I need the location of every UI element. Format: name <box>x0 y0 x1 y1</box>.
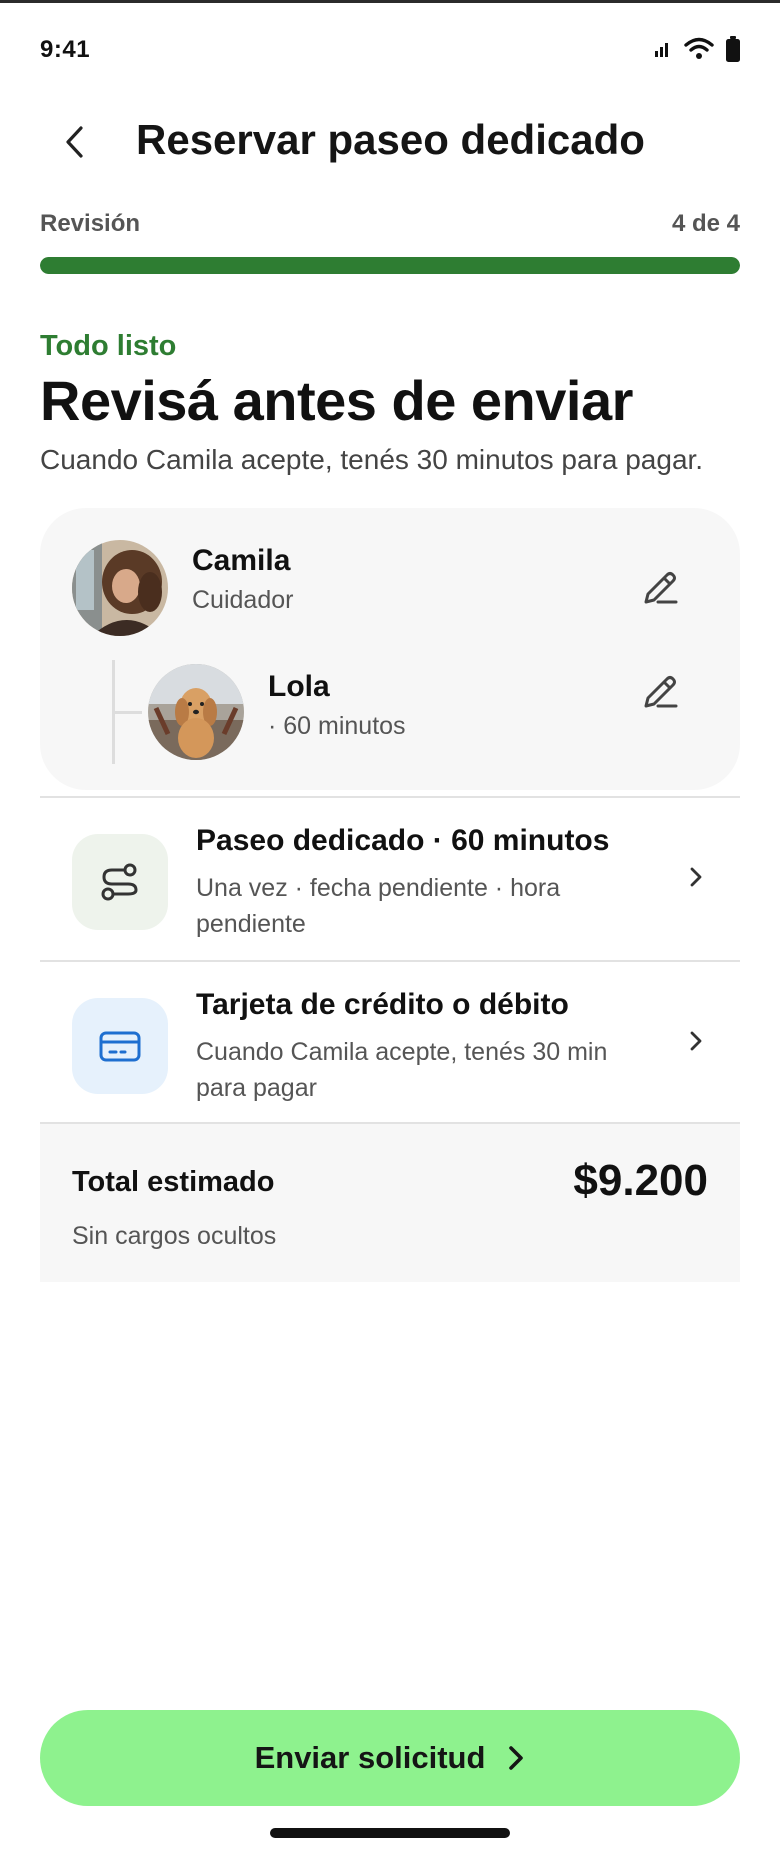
page-title: Reservar paseo dedicado <box>136 116 645 163</box>
signal-icon <box>655 43 668 57</box>
payment-icon-tile <box>72 998 168 1094</box>
step-count: 4 de 4 <box>671 210 740 237</box>
status-time: 9:41 <box>40 36 91 63</box>
submit-request-button[interactable]: Enviar solicitud <box>40 1710 740 1806</box>
total-note: Sin cargos ocultos <box>72 1222 277 1250</box>
ready-eyebrow: Todo listo <box>40 330 177 362</box>
credit-card-icon <box>99 1031 141 1062</box>
pencil-icon <box>644 572 678 604</box>
caregiver-avatar <box>72 540 168 636</box>
pet-duration: · 60 minutos <box>268 712 406 740</box>
chevron-left-icon <box>66 126 83 158</box>
pencil-icon <box>644 676 678 708</box>
service-row[interactable]: Paseo dedicado · 60 minutos Una vez · fe… <box>40 798 740 958</box>
tree-connector-branch <box>112 711 142 714</box>
pet-avatar <box>148 664 244 760</box>
pet-name: Lola <box>268 670 330 703</box>
payment-row[interactable]: Tarjeta de crédito o débito Cuando Camil… <box>40 962 740 1122</box>
total-amount: $9.200 <box>573 1156 708 1205</box>
edit-caregiver-button[interactable] <box>636 564 684 612</box>
chevron-right-icon <box>684 860 708 894</box>
app-header: Reservar paseo dedicado <box>0 112 780 178</box>
progress-bar <box>40 257 740 274</box>
payment-note: Cuando Camila acepte, tenés 30 min para … <box>196 1038 608 1102</box>
chevron-right-icon <box>684 1024 708 1058</box>
progress-bar-fill <box>40 257 740 274</box>
service-title: Paseo dedicado · 60 minutos <box>196 824 610 857</box>
people-card: Camila Cuidador Lola · 60 minutos <box>40 508 740 790</box>
payment-method-title: Tarjeta de crédito o débito <box>196 988 569 1021</box>
status-icons <box>654 36 740 62</box>
submit-label: Enviar solicitud <box>254 1740 486 1775</box>
total-summary: Total estimado $9.200 Sin cargos ocultos <box>40 1124 740 1282</box>
edit-pet-button[interactable] <box>636 668 684 716</box>
status-bar: 9:41 <box>0 0 780 100</box>
total-label: Total estimado <box>72 1166 275 1198</box>
caregiver-name: Camila <box>192 544 291 577</box>
chevron-right-icon <box>509 1746 524 1770</box>
service-schedule: Una vez · fecha pendiente · hora pendien… <box>196 874 561 938</box>
review-subtitle: Cuando Camila acepte, tenés 30 minutos p… <box>40 444 704 475</box>
caregiver-role: Cuidador <box>192 586 294 614</box>
wifi-icon <box>684 37 714 59</box>
service-icon-tile <box>72 834 168 930</box>
back-button[interactable] <box>52 120 96 164</box>
step-label: Revisión <box>40 210 141 237</box>
home-indicator <box>270 1828 510 1838</box>
step-progress-header: Revisión 4 de 4 <box>40 206 740 240</box>
route-icon <box>101 863 138 901</box>
battery-icon <box>726 36 740 62</box>
review-title: Revisá antes de enviar <box>40 369 633 432</box>
